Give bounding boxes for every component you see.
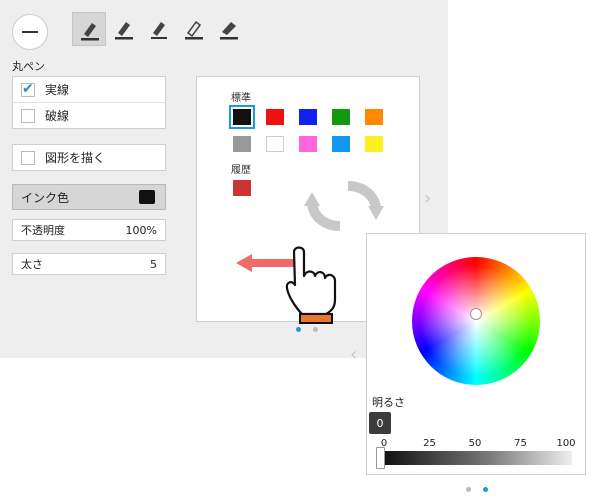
color-swatch[interactable]	[229, 105, 255, 129]
pen-type-label: 丸ペン	[12, 60, 45, 73]
color-swatch[interactable]	[299, 109, 317, 125]
solid-label: 実線	[45, 83, 70, 97]
page-dot-4[interactable]	[483, 487, 488, 492]
opacity-value: 100%	[125, 223, 157, 237]
color-swatch[interactable]	[365, 109, 383, 125]
color-wheel-handle[interactable]	[470, 308, 482, 320]
pen-fountain-icon	[185, 20, 203, 40]
page-dot-2[interactable]	[313, 327, 318, 332]
history-swatch[interactable]	[233, 180, 251, 196]
color-swatch[interactable]	[365, 136, 383, 152]
color-wheel[interactable]	[412, 257, 540, 385]
thickness-field[interactable]: 太さ 5	[12, 253, 166, 275]
pen-chisel-tool[interactable]	[107, 12, 141, 46]
swap-arrows-icon	[304, 181, 384, 231]
opacity-label: 不透明度	[21, 224, 65, 237]
highlighter-tool[interactable]	[212, 12, 246, 46]
color-swatch[interactable]	[299, 136, 317, 152]
color-swatch[interactable]	[233, 136, 251, 152]
brightness-slider[interactable]	[384, 451, 572, 465]
line-style-dashed[interactable]: 破線	[13, 102, 165, 128]
color-swatch[interactable]	[266, 136, 284, 152]
page-dot-3[interactable]	[466, 487, 471, 492]
page-dot-1[interactable]	[296, 327, 301, 332]
opacity-field[interactable]: 不透明度 100%	[12, 219, 166, 241]
pen-round-icon	[81, 23, 99, 41]
brightness-tick-label: 100	[556, 438, 576, 449]
brightness-tick-label: 25	[423, 438, 436, 449]
hand-pointer-icon	[285, 246, 337, 324]
highlighter-icon	[220, 22, 238, 40]
ink-color-label: インク色	[21, 190, 70, 205]
history-colors-title: 履歴	[231, 165, 251, 176]
pen-brush-icon	[151, 22, 167, 39]
pen-brush-tool[interactable]	[142, 12, 176, 46]
color-swatch[interactable]	[266, 109, 284, 125]
dashed-checkbox[interactable]	[21, 108, 35, 123]
ink-color-swatch	[139, 190, 155, 204]
color-swatch[interactable]	[332, 109, 350, 125]
line-style-solid[interactable]: 実線	[13, 77, 165, 102]
draw-shape-box: 図形を描く	[12, 144, 166, 171]
draw-shape-option[interactable]: 図形を描く	[13, 145, 165, 170]
brightness-slider-thumb[interactable]	[376, 447, 385, 469]
draw-shape-checkbox[interactable]	[21, 150, 35, 165]
chevron-right-icon[interactable]: ›	[424, 188, 431, 209]
pen-fountain-tool[interactable]	[177, 12, 211, 46]
ink-color-button[interactable]: インク色	[12, 184, 166, 210]
chevron-left-icon[interactable]: ‹	[350, 344, 357, 365]
color-swatch[interactable]	[332, 136, 350, 152]
pen-preview-button[interactable]	[12, 14, 48, 50]
standard-colors-title: 標準	[231, 93, 251, 104]
brightness-label: 明るさ	[372, 396, 405, 409]
dashed-label: 破線	[45, 109, 70, 123]
solid-checkbox[interactable]	[21, 81, 35, 97]
pen-round-tool[interactable]	[72, 12, 106, 46]
brightness-tick-label: 50	[468, 438, 482, 449]
draw-shape-label: 図形を描く	[45, 151, 106, 165]
brightness-tick-label: 75	[514, 438, 527, 449]
pen-chisel-icon	[115, 22, 133, 40]
brightness-value: 0	[369, 412, 391, 434]
thickness-label: 太さ	[21, 258, 43, 271]
thickness-value: 5	[150, 257, 157, 271]
line-style-group: 実線 破線	[12, 76, 166, 129]
